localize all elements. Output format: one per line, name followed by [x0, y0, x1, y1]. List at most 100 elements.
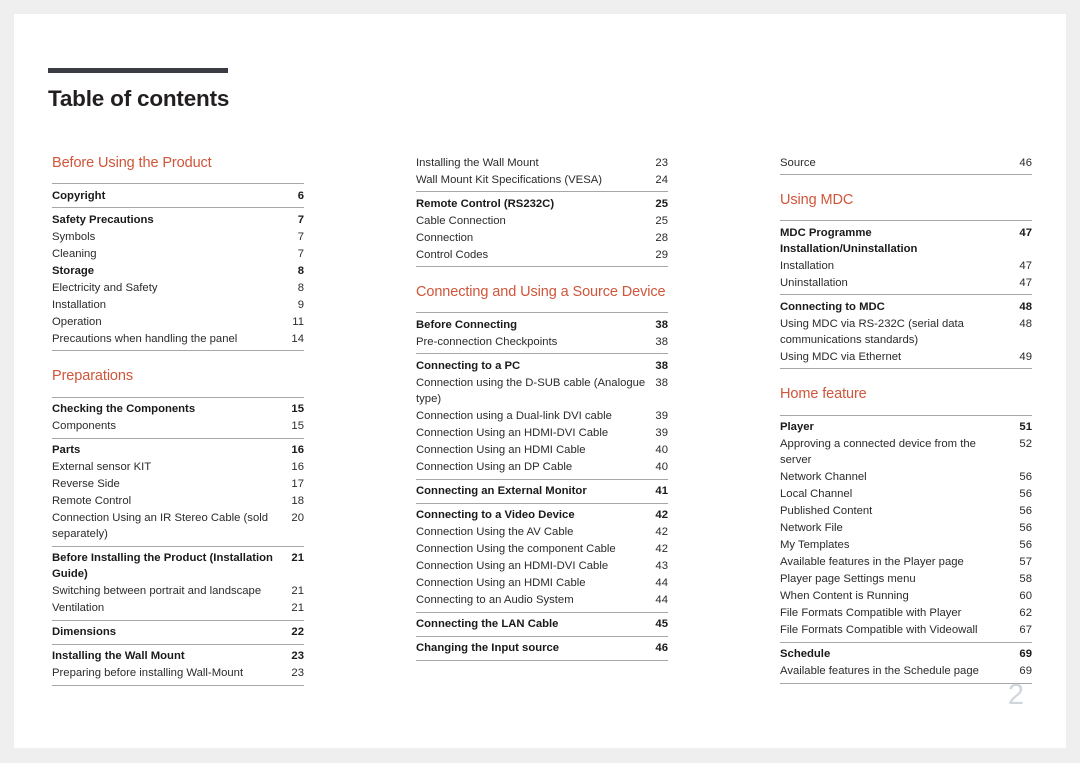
toc-chapter-entry[interactable]: Connecting to MDC 48 — [780, 298, 1032, 315]
toc-sub-entry[interactable]: Precautions when handling the panel 14 — [52, 330, 304, 347]
toc-sub-entry[interactable]: Connection Using the component Cable 42 — [416, 541, 668, 558]
toc-sub-entry[interactable]: Connection Using the AV Cable 42 — [416, 524, 668, 541]
toc-chapter-entry[interactable]: Storage 8 — [52, 262, 304, 279]
toc-entry-label: Installing the Wall Mount — [52, 650, 185, 663]
toc-entry-label: File Formats Compatible with Player — [780, 607, 962, 620]
toc-entry-page: 16 — [291, 444, 304, 457]
toc-sub-entry[interactable]: Player page Settings menu 58 — [780, 571, 1032, 588]
toc-sub-entry[interactable]: Pre-connection Checkpoints 38 — [416, 333, 668, 350]
toc-section: Source 46 — [780, 154, 1032, 176]
toc-sub-entry[interactable]: Network File 56 — [780, 520, 1032, 537]
toc-entry-page: 58 — [1019, 573, 1032, 586]
toc-chapter-entry[interactable]: Connecting an External Monitor 41 — [416, 483, 668, 500]
toc-sub-entry[interactable]: Uninstallation 47 — [780, 274, 1032, 291]
toc-sub-entry[interactable]: Source 46 — [780, 154, 1032, 171]
toc-sub-entry[interactable]: Installing the Wall Mount 23 — [416, 154, 668, 171]
toc-entry-page: 39 — [655, 427, 668, 439]
toc-entry-page: 7 — [297, 230, 304, 243]
toc-sub-entry[interactable]: Preparing before installing Wall-Mount 23 — [52, 665, 304, 682]
toc-chapter-entry[interactable]: Connecting to a PC 38 — [416, 357, 668, 374]
toc-sub-entry[interactable]: Connection Using an DP Cable 40 — [416, 459, 668, 476]
toc-chapter-entry[interactable]: Installing the Wall Mount 23 — [52, 648, 304, 665]
section-heading: Using MDC — [780, 192, 854, 209]
toc-sub-entry[interactable]: Installation 9 — [52, 296, 304, 313]
toc-sub-entry[interactable]: Components 15 — [52, 418, 304, 435]
toc-chapter-entry[interactable]: Copyright 6 — [52, 187, 304, 204]
toc-sub-entry[interactable]: Reverse Side 17 — [52, 476, 304, 493]
toc-chapter-entry[interactable]: Safety Precautions 7 — [52, 211, 304, 228]
toc-entry-label: Using MDC via RS-232C (serial data commu… — [780, 317, 964, 346]
toc-chapter-entry[interactable]: Connecting to a Video Device 42 — [416, 507, 668, 524]
toc-entry-page: 25 — [655, 197, 668, 210]
toc-entry-page: 52 — [1019, 438, 1032, 451]
toc-entry-group: Safety Precautions 7 Symbols 7 Cleaning 7 Stor… — [52, 207, 304, 352]
toc-entry-page: 47 — [1019, 259, 1032, 272]
toc-sub-entry[interactable]: Connecting to an Audio System 44 — [416, 592, 668, 609]
toc-sub-entry[interactable]: Connection 28 — [416, 229, 668, 246]
toc-sub-entry[interactable]: Available features in the Schedule page 6… — [780, 663, 1032, 680]
toc-entry-label: File Formats Compatible with Videowall — [780, 624, 978, 637]
toc-entry-label: Electricity and Safety — [52, 281, 158, 294]
toc-sub-entry[interactable]: Available features in the Player page 57 — [780, 554, 1032, 571]
toc-entry-page: 8 — [297, 281, 304, 294]
toc-entry-page: 49 — [1019, 350, 1032, 363]
toc-chapter-entry[interactable]: Player 51 — [780, 419, 1032, 436]
toc-sub-entry[interactable]: Using MDC via Ethernet 49 — [780, 348, 1032, 365]
toc-chapter-entry[interactable]: MDC Programme Installation/Uninstallatio… — [780, 224, 1032, 257]
toc-chapter-entry[interactable]: Parts 16 — [52, 442, 304, 459]
toc-sub-entry[interactable]: Network Channel 56 — [780, 469, 1032, 486]
toc-sub-entry[interactable]: Cleaning 7 — [52, 245, 304, 262]
toc-entry-page: 6 — [297, 189, 304, 202]
toc-entry-group: MDC Programme Installation/Uninstallatio… — [780, 220, 1032, 294]
toc-sub-entry[interactable]: Connection using a Dual-link DVI cable 39 — [416, 407, 668, 424]
toc-chapter-entry[interactable]: Before Installing the Product (Installat… — [52, 550, 304, 583]
toc-sub-entry[interactable]: When Content is Running 60 — [780, 588, 1032, 605]
toc-entry-label: Connection using the D-SUB cable (Analog… — [416, 376, 646, 405]
toc-sub-entry[interactable]: Wall Mount Kit Specifications (VESA) 24 — [416, 171, 668, 188]
toc-sub-entry[interactable]: My Templates 56 — [780, 537, 1032, 554]
toc-sub-entry[interactable]: Symbols 7 — [52, 228, 304, 245]
toc-sub-entry[interactable]: Operation 11 — [52, 313, 304, 330]
toc-sub-entry[interactable]: Connection Using an HDMI-DVI Cable 39 — [416, 425, 668, 442]
toc-entry-label: Pre-connection Checkpoints — [416, 335, 558, 348]
toc-sub-entry[interactable]: Connection Using an IR Stereo Cable (sol… — [52, 510, 304, 543]
toc-sub-entry[interactable]: Remote Control 18 — [52, 493, 304, 510]
toc-chapter-entry[interactable]: Checking the Components 15 — [52, 401, 304, 418]
toc-sub-entry[interactable]: File Formats Compatible with Player 62 — [780, 605, 1032, 622]
toc-chapter-entry[interactable]: Dimensions 22 — [52, 624, 304, 641]
toc-chapter-entry[interactable]: Connecting the LAN Cable 45 — [416, 616, 668, 633]
toc-sub-entry[interactable]: Connection Using an HDMI Cable 40 — [416, 442, 668, 459]
toc-entry-page: 41 — [655, 485, 668, 498]
toc-entry-page: 18 — [291, 495, 304, 508]
toc-entry-page: 38 — [655, 359, 668, 372]
page-number: 2 — [1007, 679, 1024, 711]
toc-entry-label: Connection Using an HDMI Cable — [416, 577, 586, 590]
toc-sub-entry[interactable]: Using MDC via RS-232C (serial data commu… — [780, 315, 1032, 348]
toc-chapter-entry[interactable]: Schedule 69 — [780, 646, 1032, 663]
toc-sub-entry[interactable]: External sensor KIT 16 — [52, 459, 304, 476]
toc-entry-page: 42 — [655, 509, 668, 522]
toc-sub-entry[interactable]: Control Codes 29 — [416, 246, 668, 263]
toc-entry-label: Connecting to MDC — [780, 300, 885, 313]
toc-entry-label: When Content is Running — [780, 590, 909, 603]
toc-sub-entry[interactable]: File Formats Compatible with Videowall 67 — [780, 622, 1032, 639]
toc-entry-label: Checking the Components — [52, 403, 196, 416]
toc-sub-entry[interactable]: Connection using the D-SUB cable (Analog… — [416, 374, 668, 407]
toc-sub-entry[interactable]: Published Content 56 — [780, 503, 1032, 520]
toc-chapter-entry[interactable]: Before Connecting 38 — [416, 316, 668, 333]
toc-sub-entry[interactable]: Connection Using an HDMI Cable 44 — [416, 575, 668, 592]
toc-sub-entry[interactable]: Electricity and Safety 8 — [52, 279, 304, 296]
toc-sub-entry[interactable]: Local Channel 56 — [780, 486, 1032, 503]
toc-sub-entry[interactable]: Installation 47 — [780, 257, 1032, 274]
toc-entry-group: Connecting to MDC 48 Using MDC via RS-232C… — [780, 294, 1032, 370]
toc-entry-page: 21 — [291, 585, 304, 598]
toc-chapter-entry[interactable]: Remote Control (RS232C) 25 — [416, 195, 668, 212]
toc-sub-entry[interactable]: Switching between portrait and landscape… — [52, 583, 304, 600]
toc-sub-entry[interactable]: Approving a connected device from the se… — [780, 436, 1032, 469]
toc-entry-label: External sensor KIT — [52, 461, 152, 474]
toc-sub-entry[interactable]: Ventilation 21 — [52, 600, 304, 617]
section-heading: Connecting and Using a Source Device — [416, 284, 666, 301]
toc-chapter-entry[interactable]: Changing the Input source 46 — [416, 640, 668, 657]
toc-sub-entry[interactable]: Cable Connection 25 — [416, 212, 668, 229]
toc-sub-entry[interactable]: Connection Using an HDMI-DVI Cable 43 — [416, 558, 668, 575]
